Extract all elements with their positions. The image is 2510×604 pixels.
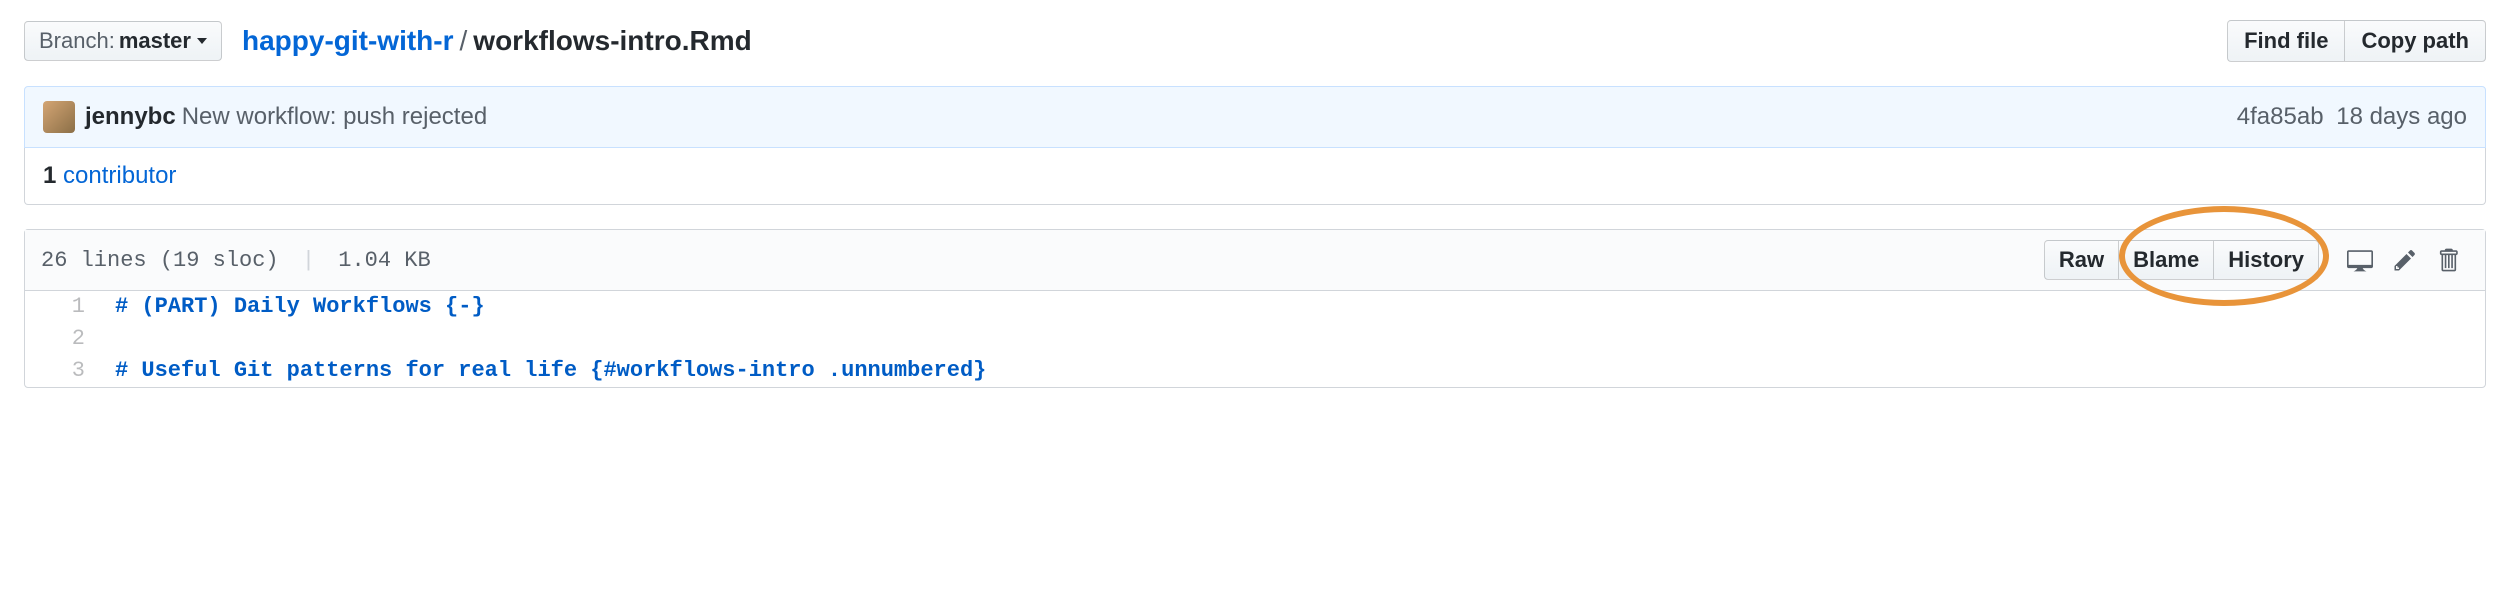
commit-time: 18 days ago xyxy=(2336,103,2467,130)
commit-sha[interactable]: 4fa85ab xyxy=(2237,103,2324,130)
contributors-row: 1 contributor xyxy=(24,148,2486,205)
breadcrumb: happy-git-with-r / workflows-intro.Rmd xyxy=(242,25,752,57)
avatar[interactable] xyxy=(43,101,75,133)
file-size: 1.04 KB xyxy=(338,248,430,273)
pencil-icon[interactable] xyxy=(2383,244,2427,276)
line-count: 26 lines (19 sloc) xyxy=(41,248,279,273)
copy-path-button[interactable]: Copy path xyxy=(2344,20,2486,62)
branch-label: Branch: xyxy=(39,28,115,54)
code-content: # Useful Git patterns for real life {#wo… xyxy=(103,355,986,387)
find-file-button[interactable]: Find file xyxy=(2227,20,2344,62)
branch-name: master xyxy=(119,28,191,54)
commit-author[interactable]: jennybc xyxy=(85,103,176,131)
line-number[interactable]: 2 xyxy=(25,323,103,355)
commit-bar: jennybc New workflow: push rejected 4fa8… xyxy=(24,86,2486,148)
file-info: 26 lines (19 sloc) | 1.04 KB xyxy=(41,248,431,273)
raw-button[interactable]: Raw xyxy=(2044,240,2119,280)
trash-icon[interactable] xyxy=(2427,243,2469,277)
commit-message[interactable]: New workflow: push rejected xyxy=(182,103,487,131)
chevron-down-icon xyxy=(197,38,207,44)
blame-button[interactable]: Blame xyxy=(2119,240,2214,280)
code-line: 2 xyxy=(25,323,2485,355)
code-line: 1 # (PART) Daily Workflows {-} xyxy=(25,291,2485,323)
code-line: 3 # Useful Git patterns for real life {#… xyxy=(25,355,2485,387)
code-content: # (PART) Daily Workflows {-} xyxy=(103,291,485,323)
file-header: 26 lines (19 sloc) | 1.04 KB Raw Blame H… xyxy=(25,230,2485,291)
line-number[interactable]: 3 xyxy=(25,355,103,387)
contributor-count: 1 xyxy=(43,162,56,189)
branch-selector[interactable]: Branch: master xyxy=(24,21,222,61)
file-box: 26 lines (19 sloc) | 1.04 KB Raw Blame H… xyxy=(24,229,2486,388)
code-content xyxy=(103,323,115,355)
file-name: workflows-intro.Rmd xyxy=(473,25,751,57)
repo-link[interactable]: happy-git-with-r xyxy=(242,25,454,57)
contributor-link[interactable]: contributor xyxy=(63,162,176,189)
desktop-icon[interactable] xyxy=(2337,243,2383,277)
line-number[interactable]: 1 xyxy=(25,291,103,323)
code-body: 1 # (PART) Daily Workflows {-} 2 3 # Use… xyxy=(25,291,2485,387)
history-button[interactable]: History xyxy=(2214,240,2319,280)
breadcrumb-separator: / xyxy=(460,25,468,57)
